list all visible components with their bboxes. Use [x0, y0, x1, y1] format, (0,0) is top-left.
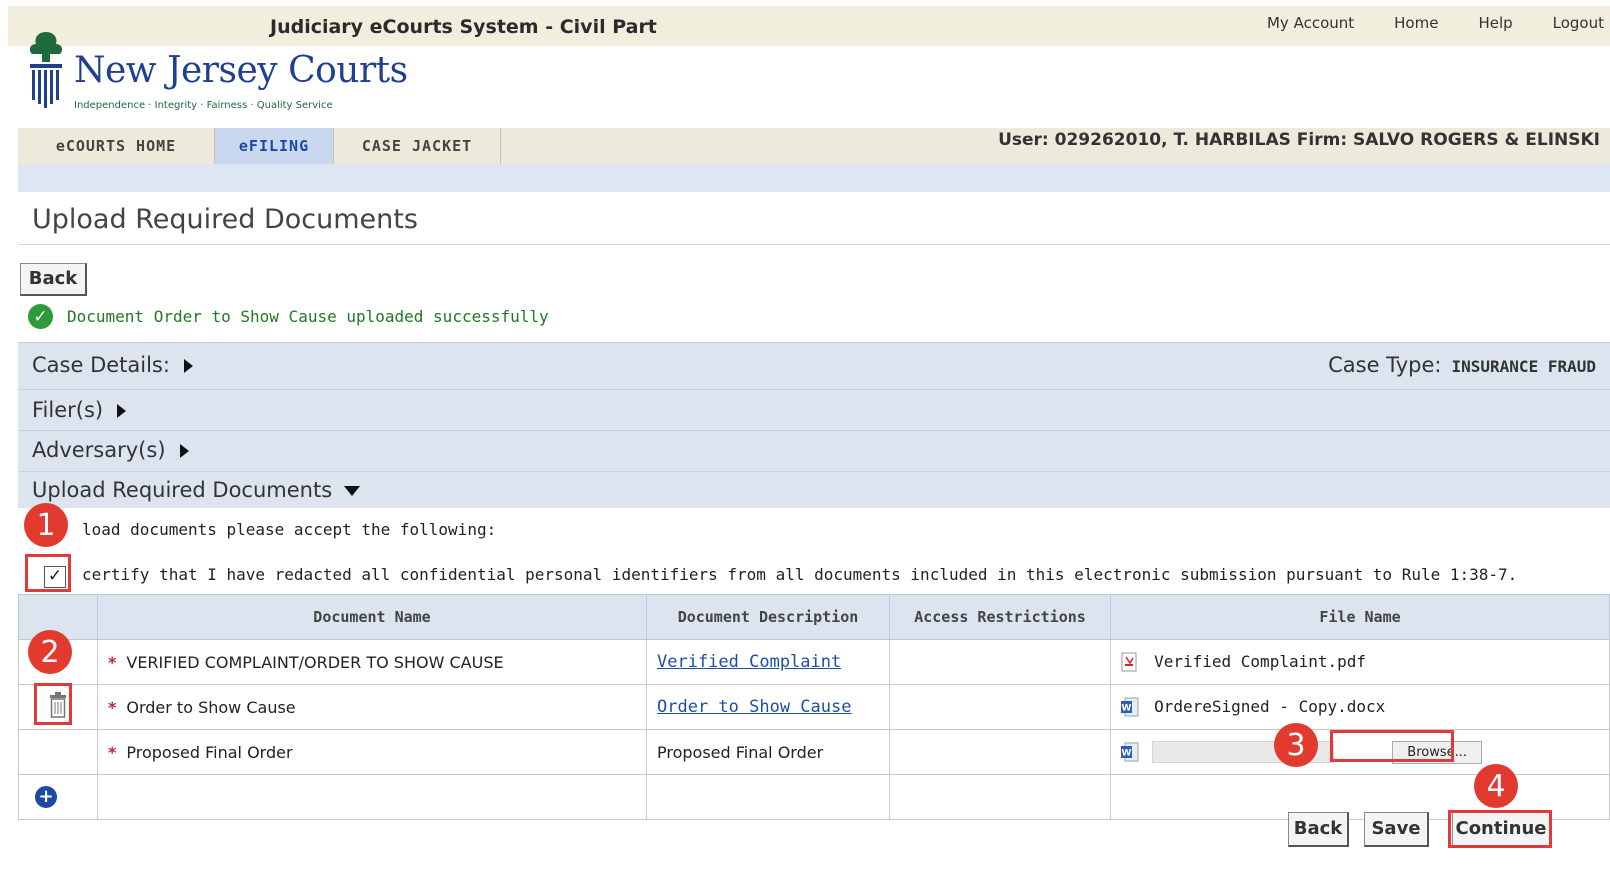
save-button[interactable]: Save [1364, 812, 1429, 847]
document-name-cell: * VERIFIED COMPLAINT/ORDER TO SHOW CAUSE [97, 639, 647, 685]
case-details-section[interactable]: Case Details: Case Type: INSURANCE FRAUD [18, 342, 1610, 389]
tab-ecourts-home[interactable]: eCOURTS HOME [18, 128, 215, 164]
access-restrictions-cell [889, 639, 1111, 685]
case-details-label: Case Details: [32, 353, 170, 377]
nj-courts-logo-icon [29, 32, 63, 108]
action-cell [18, 729, 98, 775]
svg-text:W: W [1122, 749, 1132, 759]
document-name-cell: * Order to Show Cause [97, 684, 647, 730]
case-details-toggle[interactable]: Case Details: [32, 353, 193, 377]
logo-title: New Jersey Courts [74, 50, 408, 91]
sub-nav-strip [18, 164, 1610, 192]
required-marker: * [108, 697, 117, 717]
access-restrictions-cell [889, 684, 1111, 730]
required-marker: * [108, 652, 117, 672]
column-header: Access Restrictions [889, 594, 1111, 640]
logout-link[interactable]: Logout [1533, 14, 1610, 32]
adversaries-label: Adversary(s) [32, 438, 166, 462]
adversaries-toggle[interactable]: Adversary(s) [32, 438, 189, 462]
document-description-link[interactable]: Verified Complaint [657, 652, 841, 672]
file-name[interactable]: OrdereSigned - Copy.docx [1154, 697, 1385, 716]
description-cell: Verified Complaint [646, 639, 890, 685]
success-check-icon: ✓ [28, 304, 53, 329]
case-type-value: INSURANCE FRAUD [1451, 357, 1597, 376]
empty-cell [889, 774, 1111, 820]
word-icon: W [1121, 742, 1139, 762]
pdf-icon [1121, 652, 1137, 672]
certify-checkbox[interactable]: ✓ [44, 566, 66, 588]
document-name: Proposed Final Order [126, 742, 293, 762]
annotation-highlight-browse [1330, 730, 1454, 762]
annotation-badge-2: 2 [28, 630, 72, 674]
upload-instruction: load documents please accept the followi… [82, 520, 497, 539]
document-name: VERIFIED COMPLAINT/ORDER TO SHOW CAUSE [126, 652, 504, 672]
upload-toggle[interactable]: Upload Required Documents [32, 478, 361, 502]
add-document-plus-icon[interactable]: + [35, 786, 57, 808]
back-button-top[interactable]: Back [20, 263, 87, 296]
column-header: Document Name [97, 594, 647, 640]
empty-cell [646, 774, 890, 820]
document-description-link[interactable]: Order to Show Cause [657, 697, 851, 717]
my-account-link[interactable]: My Account [1247, 14, 1374, 32]
document-name: Order to Show Cause [126, 697, 296, 717]
filers-toggle[interactable]: Filer(s) [32, 398, 127, 422]
adversaries-section[interactable]: Adversary(s) [18, 430, 1610, 471]
table-row: * VERIFIED COMPLAINT/ORDER TO SHOW CAUSE … [18, 639, 1610, 685]
annotation-badge-1: 1 [24, 503, 68, 547]
documents-table: Document Name Document Description Acces… [18, 594, 1610, 820]
user-firm-info: User: 029262010, T. HARBILAS Firm: SALVO… [998, 130, 1600, 150]
tab-case-jacket[interactable]: CASE JACKET [334, 128, 501, 164]
file-name-cell: Verified Complaint.pdf [1110, 639, 1610, 685]
document-name-cell: * Proposed Final Order [97, 729, 647, 775]
filers-section[interactable]: Filer(s) [18, 389, 1610, 430]
empty-cell [97, 774, 647, 820]
collapse-arrow-icon [344, 486, 361, 496]
word-icon: W [1121, 697, 1139, 717]
access-restrictions-cell [889, 729, 1111, 775]
annotation-highlight-trash [34, 683, 72, 725]
success-text: Document Order to Show Cause uploaded su… [67, 307, 549, 326]
annotation-highlight-continue [1448, 810, 1552, 848]
table-row: * Order to Show Cause Order to Show Cause… [18, 684, 1610, 730]
logo-tagline: Independence · Integrity · Fairness · Qu… [74, 100, 333, 111]
upload-section-label: Upload Required Documents [32, 478, 333, 502]
required-marker: * [108, 742, 117, 762]
file-name-cell: W OrdereSigned - Copy.docx [1110, 684, 1610, 730]
home-link[interactable]: Home [1374, 14, 1458, 32]
top-links: My Account Home Help Logout [1247, 14, 1610, 32]
file-name[interactable]: Verified Complaint.pdf [1154, 652, 1366, 671]
back-button[interactable]: Back [1288, 812, 1349, 847]
title-divider [18, 244, 1610, 245]
certify-text: certify that I have redacted all confide… [82, 565, 1518, 584]
expand-arrow-icon [117, 404, 127, 418]
add-row-cell: + [18, 774, 98, 820]
upload-section[interactable]: Upload Required Documents [18, 471, 1610, 508]
description-cell: Proposed Final Order [646, 729, 890, 775]
case-type-label: Case Type: [1328, 353, 1442, 377]
expand-arrow-icon [179, 444, 189, 458]
table-header-row: Document Name Document Description Acces… [18, 594, 1610, 640]
tab-efiling[interactable]: eFILING [215, 128, 334, 164]
column-header: File Name [1110, 594, 1610, 640]
document-description: Proposed Final Order [657, 742, 824, 762]
help-link[interactable]: Help [1458, 14, 1532, 32]
svg-text:W: W [1122, 704, 1132, 714]
description-cell: Order to Show Cause [646, 684, 890, 730]
page-title: Upload Required Documents [32, 204, 418, 235]
case-type: Case Type: INSURANCE FRAUD [1328, 353, 1596, 377]
annotation-badge-4: 4 [1474, 764, 1518, 808]
annotation-badge-3: 3 [1274, 723, 1318, 767]
success-message: ✓ Document Order to Show Cause uploaded … [28, 304, 549, 329]
column-header: Document Description [646, 594, 890, 640]
filers-label: Filer(s) [32, 398, 104, 422]
top-bar: Judiciary eCourts System - Civil Part My… [8, 6, 1610, 46]
system-title: Judiciary eCourts System - Civil Part [270, 16, 657, 38]
expand-arrow-icon [183, 359, 193, 373]
page-frame: Judiciary eCourts System - Civil Part My… [8, 6, 1610, 873]
